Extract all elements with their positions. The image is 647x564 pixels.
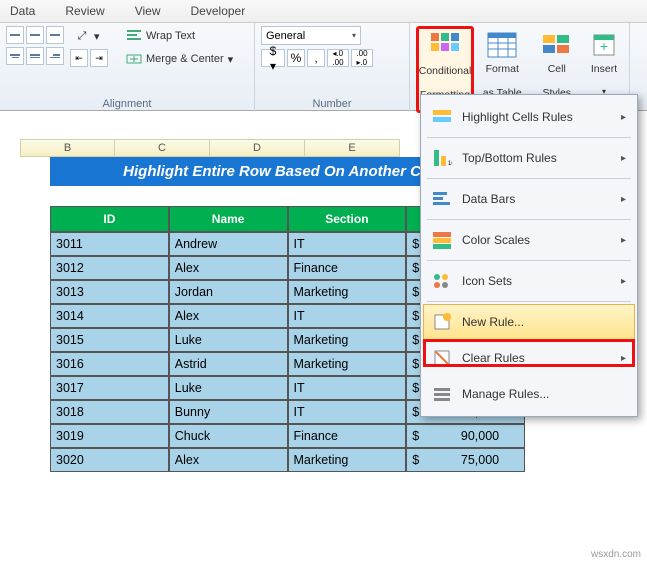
cell-name[interactable]: Astrid [169,352,288,376]
orientation-icon: ⤢ [74,28,90,44]
decrease-indent[interactable]: ⇤ [70,49,88,67]
table-icon [486,29,518,61]
new-rule-icon [432,312,452,332]
cell-section[interactable]: Marketing [288,328,407,352]
cell-id[interactable]: 3015 [50,328,169,352]
watermark: wsxdn.com [591,549,641,560]
icon-sets-icon [432,271,452,291]
th-name: Name [169,206,288,232]
cell-id[interactable]: 3019 [50,424,169,448]
col-E[interactable]: E [305,139,400,157]
group-number: General▾ $▾ % , ◂.0.00 .00▸.0 Number [255,23,410,111]
menu-new-rule[interactable]: New Rule... [423,304,635,340]
cell-name[interactable]: Alex [169,304,288,328]
cell-section[interactable]: IT [288,232,407,256]
clear-rules-icon [432,348,452,368]
insert-button[interactable]: + Insert▾ [585,26,623,97]
align-middle[interactable] [26,26,44,44]
increase-decimal[interactable]: ◂.0.00 [327,49,349,67]
cell-id[interactable]: 3014 [50,304,169,328]
svg-text:10: 10 [448,161,452,167]
manage-rules-icon [432,384,452,404]
merge-icon [126,51,142,67]
cell-id[interactable]: 3020 [50,448,169,472]
cell-section[interactable]: Marketing [288,280,407,304]
cell-section[interactable]: Marketing [288,448,407,472]
align-bottom[interactable] [46,26,64,44]
align-top[interactable] [6,26,24,44]
menu-data[interactable]: Data [10,4,35,18]
top-bottom-icon: 10 [432,148,452,168]
col-C[interactable]: C [115,139,210,157]
group-alignment-label: Alignment [6,97,248,111]
menu-highlight-cells[interactable]: Highlight Cells Rules [423,99,635,135]
table-row[interactable]: 3019ChuckFinance$ 90,000 [50,424,525,448]
conditional-formatting-icon [429,31,461,63]
menu-icon-sets[interactable]: Icon Sets [423,263,635,299]
cell-id[interactable]: 3011 [50,232,169,256]
cell-id[interactable]: 3018 [50,400,169,424]
cell-id[interactable]: 3012 [50,256,169,280]
menu-developer[interactable]: Developer [191,4,246,18]
increase-indent[interactable]: ⇥ [90,49,108,67]
menu-review[interactable]: Review [65,4,104,18]
data-bars-icon [432,189,452,209]
cell-section[interactable]: Finance [288,256,407,280]
cell-total[interactable]: $ 90,000 [406,424,525,448]
cell-styles-icon [541,29,573,61]
cell-section[interactable]: Finance [288,424,407,448]
wrap-text-button[interactable]: Wrap Text [122,26,237,46]
group-alignment: ⤢▾ ⇤ ⇥ Wrap Text Merge & Center ▾ Alignm… [0,23,255,111]
menu-manage-rules[interactable]: Manage Rules... [423,376,635,412]
menu-color-scales[interactable]: Color Scales [423,222,635,258]
cell-name[interactable]: Andrew [169,232,288,256]
menu-view[interactable]: View [135,4,161,18]
menu-data-bars[interactable]: Data Bars [423,181,635,217]
conditional-formatting-menu: Highlight Cells Rules 10 Top/Bottom Rule… [420,94,638,417]
menu-tabs: Data Review View Developer [0,0,647,23]
cell-name[interactable]: Bunny [169,400,288,424]
merge-center-button[interactable]: Merge & Center ▾ [122,49,237,69]
table-row[interactable]: 3020AlexMarketing$ 75,000 [50,448,525,472]
cell-section[interactable]: IT [288,400,407,424]
align-center[interactable] [26,47,44,65]
cell-section[interactable]: Marketing [288,352,407,376]
number-format-select[interactable]: General▾ [261,26,361,45]
cell-section[interactable]: IT [288,304,407,328]
th-id: ID [50,206,169,232]
cell-name[interactable]: Luke [169,328,288,352]
align-left[interactable] [6,47,24,65]
cell-name[interactable]: Alex [169,256,288,280]
color-scales-icon [432,230,452,250]
cell-section[interactable]: IT [288,376,407,400]
cell-id[interactable]: 3013 [50,280,169,304]
comma-button[interactable]: , [307,49,325,67]
cell-name[interactable]: Jordan [169,280,288,304]
highlight-cells-icon [432,107,452,127]
menu-top-bottom[interactable]: 10 Top/Bottom Rules [423,140,635,176]
col-B[interactable]: B [20,139,115,157]
percent-button[interactable]: % [287,49,305,67]
cell-name[interactable]: Alex [169,448,288,472]
cell-id[interactable]: 3016 [50,352,169,376]
th-section: Section [288,206,407,232]
cell-name[interactable]: Chuck [169,424,288,448]
cell-name[interactable]: Luke [169,376,288,400]
align-right[interactable] [46,47,64,65]
currency-button[interactable]: $▾ [261,49,285,67]
col-D[interactable]: D [210,139,305,157]
insert-icon: + [588,29,620,61]
wrap-text-icon [126,28,142,44]
orientation-button[interactable]: ⤢▾ [70,26,108,46]
decrease-decimal[interactable]: .00▸.0 [351,49,373,67]
group-number-label: Number [261,97,403,111]
cell-total[interactable]: $ 75,000 [406,448,525,472]
cell-id[interactable]: 3017 [50,376,169,400]
svg-text:+: + [600,38,608,54]
menu-clear-rules[interactable]: Clear Rules [423,340,635,376]
